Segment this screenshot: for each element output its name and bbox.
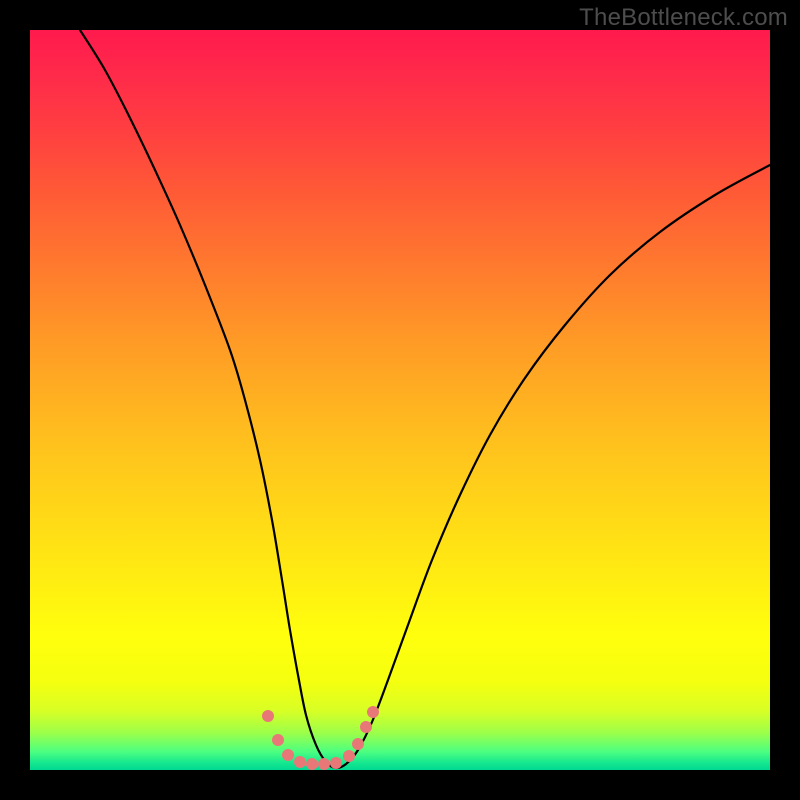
valley-dot: [294, 756, 306, 768]
plot-area: [30, 30, 770, 770]
valley-dot: [360, 721, 372, 733]
valley-dot: [282, 749, 294, 761]
bottleneck-curve: [80, 30, 770, 768]
valley-dot: [306, 758, 318, 770]
valley-dot: [318, 758, 330, 770]
valley-dot: [272, 734, 284, 746]
valley-dot: [367, 706, 379, 718]
chart-frame: TheBottleneck.com: [0, 0, 800, 800]
watermark-text: TheBottleneck.com: [579, 4, 788, 32]
valley-marker-group: [262, 706, 379, 770]
valley-dot: [343, 750, 355, 762]
chart-svg: [30, 30, 770, 770]
valley-dot: [352, 738, 364, 750]
valley-dot: [262, 710, 274, 722]
valley-dot: [330, 757, 342, 769]
